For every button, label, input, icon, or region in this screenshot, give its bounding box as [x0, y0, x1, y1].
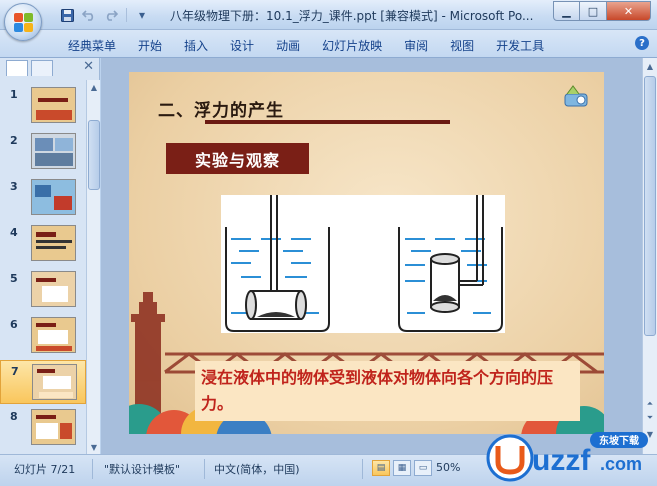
thumbnail-number: 1 [10, 88, 18, 101]
scrollbar-thumb[interactable] [88, 120, 100, 190]
thumbnail-image [31, 271, 76, 307]
quick-access-toolbar: ▾ [58, 7, 151, 23]
thumbnail-7[interactable]: 7 [0, 360, 86, 404]
scrollbar-thumb[interactable] [644, 76, 656, 336]
tab-insert[interactable]: 插入 [173, 35, 219, 56]
thumbnail-2[interactable]: 2 [0, 130, 86, 174]
tab-home[interactable]: 开始 [127, 35, 173, 56]
status-separator [92, 459, 93, 479]
thumbnail-number: 4 [10, 226, 18, 239]
tab-view[interactable]: 视图 [439, 35, 485, 56]
redo-icon[interactable] [102, 7, 120, 23]
thumbnail-5[interactable]: 5 [0, 268, 86, 312]
status-separator [362, 459, 363, 479]
zoom-level[interactable]: 50% [436, 461, 460, 474]
thumbnail-image [31, 225, 76, 261]
slideshow-icon[interactable]: ▭ [414, 460, 432, 476]
thumbnail-number: 6 [10, 318, 18, 331]
thumbnail-4[interactable]: 4 [0, 222, 86, 266]
language-status[interactable]: 中文(简体，中国) [214, 461, 300, 477]
qat-more-button[interactable]: ▾ [133, 7, 151, 23]
tab-design[interactable]: 设计 [219, 35, 265, 56]
maximize-button[interactable]: □ [580, 1, 607, 21]
tab-review[interactable]: 审阅 [393, 35, 439, 56]
tab-animations[interactable]: 动画 [265, 35, 311, 56]
title-bar: ▾ 八年级物理下册：10.1_浮力_课件.ppt [兼容模式] - Micros… [0, 0, 657, 30]
slide-title[interactable]: 二、浮力的产生 [158, 96, 284, 121]
beaker-diagram [225, 195, 503, 332]
thumbnail-8[interactable]: 8 [0, 406, 86, 450]
window-title: 八年级物理下册：10.1_浮力_课件.ppt [兼容模式] - Microsof… [170, 9, 534, 23]
window-controls: ▁ □ ✕ [553, 1, 651, 21]
experiment-tag[interactable]: 实验与观察 [166, 143, 309, 174]
thumbnail-image [31, 317, 76, 353]
status-separator [204, 459, 205, 479]
watermark-tag-text: 东坡下载 [599, 434, 639, 447]
help-icon[interactable]: ? [635, 36, 649, 50]
thumbnail-number: 5 [10, 272, 18, 285]
tab-slideshow[interactable]: 幻灯片放映 [311, 35, 393, 56]
scroll-up-icon[interactable]: ▲ [644, 60, 656, 72]
thumbnail-image [32, 364, 77, 400]
thumbnail-image [31, 409, 76, 445]
watermark-domain-text: .com [600, 454, 642, 474]
tab-developer[interactable]: 开发工具 [485, 35, 555, 56]
tab-classic-menu[interactable]: 经典菜单 [57, 35, 127, 56]
panel-close-icon[interactable]: ✕ [83, 59, 94, 74]
thumbnail-number: 3 [10, 180, 18, 193]
undo-icon[interactable] [80, 7, 98, 23]
watermark-brand-text: uzzf [532, 444, 591, 477]
panel-scrollbar[interactable]: ▲ ▼ [86, 80, 100, 454]
save-icon[interactable] [58, 7, 76, 23]
panel-tabs: ✕ [0, 58, 100, 78]
close-button[interactable]: ✕ [607, 1, 651, 21]
prev-slide-icon[interactable]: ⏶ [644, 398, 656, 410]
thumbnail-6[interactable]: 6 [0, 314, 86, 358]
slide-counter: 幻灯片 7/21 [14, 463, 76, 476]
template-name: "默认设计模板" [104, 463, 181, 476]
normal-view-icon[interactable]: ▤ [372, 460, 390, 476]
title-underline [205, 120, 450, 124]
minimize-button[interactable]: ▁ [553, 1, 580, 21]
thumbnail-list: 1 2 3 4 5 6 7 8 [0, 80, 86, 454]
thumbnail-1[interactable]: 1 [0, 84, 86, 128]
experiment-diagram[interactable] [221, 195, 505, 333]
slides-panel: ✕ 1 2 3 4 5 6 7 8 ▲ ▼ [0, 58, 100, 454]
scroll-up-icon[interactable]: ▲ [88, 81, 100, 93]
thumbnail-number: 8 [10, 410, 18, 423]
ribbon-tabs: 经典菜单 开始 插入 设计 动画 幻灯片放映 审阅 视图 开发工具 [57, 35, 555, 56]
editor-scrollbar[interactable]: ▲ ⏶ ⏷ ▼ [642, 58, 657, 454]
projector-icon [564, 85, 588, 107]
ribbon: 经典菜单 开始 插入 设计 动画 幻灯片放映 审阅 视图 开发工具 ? [0, 30, 657, 58]
outline-tab-icon[interactable] [31, 60, 53, 76]
slides-tab-icon[interactable] [6, 60, 28, 76]
office-button[interactable] [4, 3, 42, 41]
thumbnail-image [31, 179, 76, 215]
thumbnail-number: 7 [11, 365, 19, 378]
qat-separator [126, 8, 127, 22]
office-logo-icon [14, 13, 34, 33]
slide-body-text[interactable]: 浸在液体中的物体受到液体对物体向各个方向的压力。 [195, 361, 580, 421]
slide-sorter-icon[interactable]: ▦ [393, 460, 411, 476]
thumbnail-3[interactable]: 3 [0, 176, 86, 220]
scroll-down-icon[interactable]: ▼ [88, 441, 100, 453]
uzzf-watermark-logo: uzzf .com 东坡下载 [486, 432, 648, 482]
thumbnail-image [31, 87, 76, 123]
thumbnail-image [31, 133, 76, 169]
thumbnail-number: 2 [10, 134, 18, 147]
